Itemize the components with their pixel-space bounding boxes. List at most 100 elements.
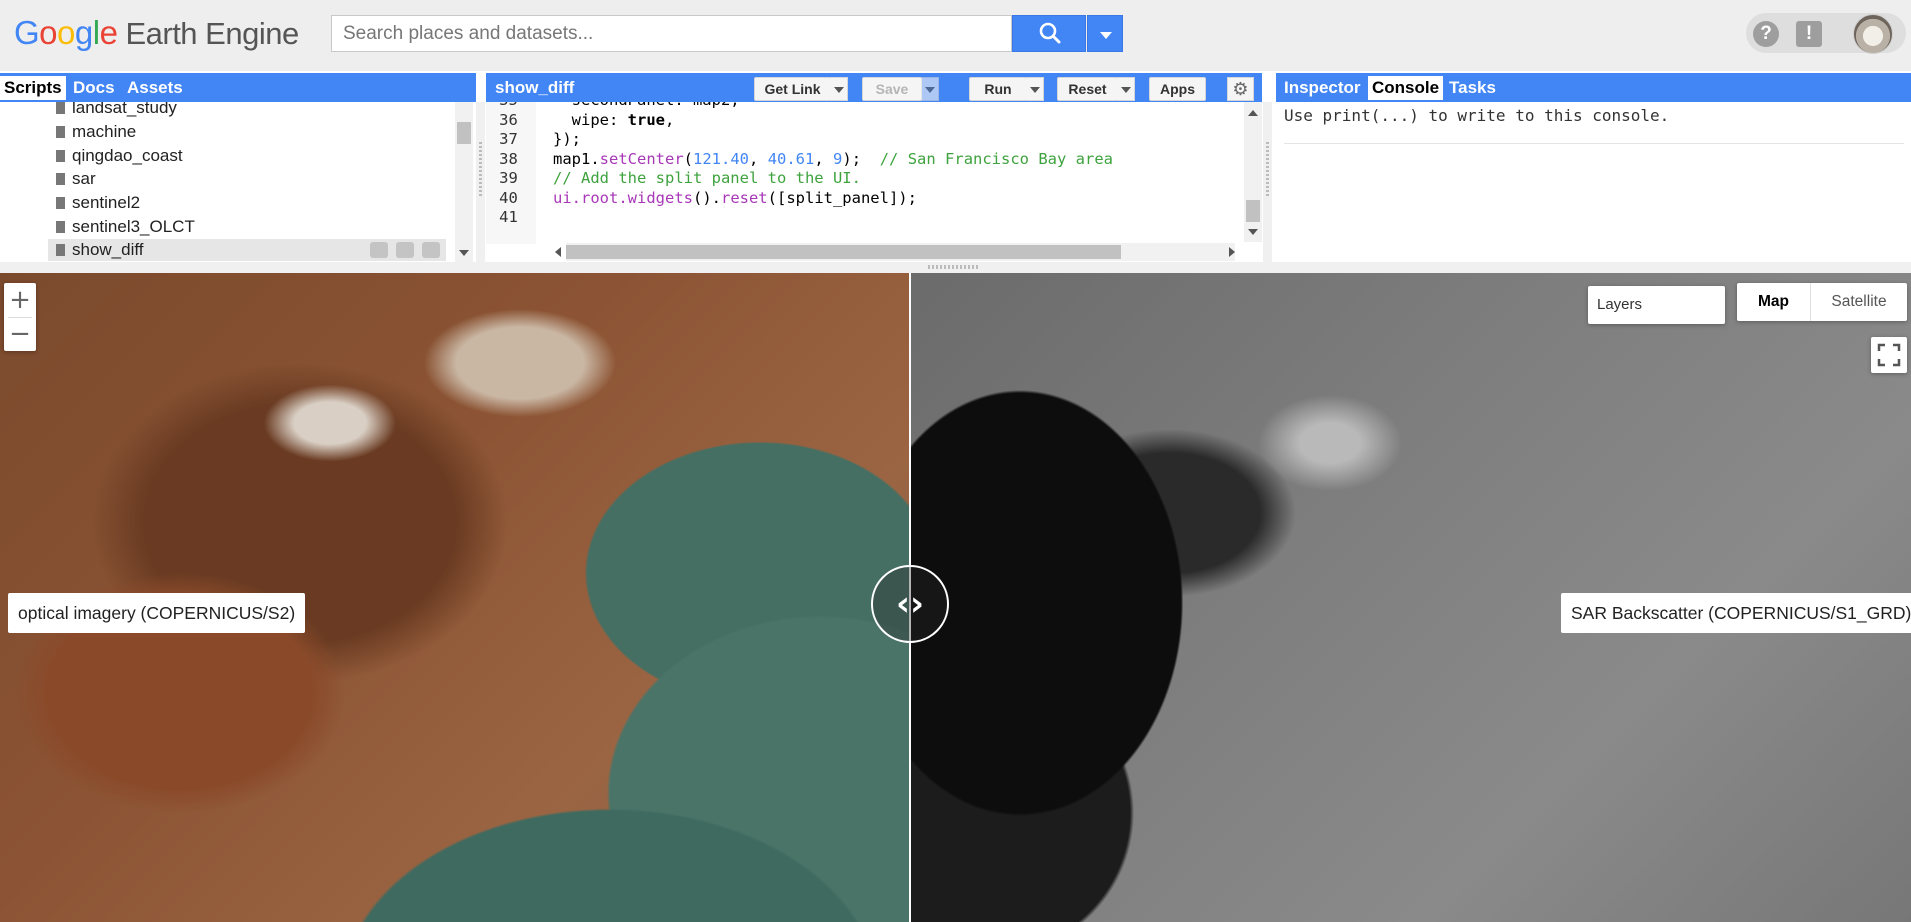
- google-earth-engine-logo[interactable]: Google Earth Engine: [14, 14, 299, 52]
- history-icon[interactable]: [370, 242, 388, 258]
- map-type-map-button[interactable]: Map: [1737, 283, 1810, 321]
- tab-tasks[interactable]: Tasks: [1445, 76, 1500, 100]
- code-text: wipe: true,: [553, 110, 675, 130]
- tab-console[interactable]: Console: [1368, 76, 1444, 100]
- gear-icon[interactable]: ⚙: [1227, 77, 1254, 101]
- file-icon: [56, 244, 65, 256]
- scroll-right-icon[interactable]: [1229, 247, 1235, 257]
- file-icon: [56, 173, 65, 185]
- code-line[interactable]: 37});: [486, 130, 581, 149]
- apps-button[interactable]: Apps: [1149, 77, 1206, 101]
- code-line[interactable]: 40 ui.root.widgets().reset([split_panel])…: [486, 189, 917, 208]
- scroll-down-icon[interactable]: [459, 250, 469, 256]
- scroll-up-icon[interactable]: [1248, 110, 1258, 116]
- file-icon: [56, 221, 65, 233]
- code-token: (: [683, 149, 694, 168]
- code-token: // San Francisco Bay area: [879, 149, 1113, 168]
- script-item-label: sentinel2: [72, 193, 141, 212]
- reset-button[interactable]: Reset: [1057, 77, 1118, 101]
- tab-inspector[interactable]: Inspector: [1280, 76, 1365, 100]
- code-line[interactable]: 38 map1.setCenter(121.40, 40.61, 9); // S…: [486, 150, 1113, 169]
- run-dropdown[interactable]: [1026, 77, 1044, 101]
- line-number: 35: [486, 102, 531, 110]
- code-token: 121.40: [693, 149, 750, 168]
- tab-docs[interactable]: Docs: [69, 76, 119, 100]
- save-button[interactable]: Save: [862, 77, 922, 101]
- avatar[interactable]: [1853, 14, 1893, 54]
- help-icon[interactable]: ?: [1753, 21, 1779, 47]
- line-number: 37: [499, 130, 518, 148]
- tab-assets[interactable]: Assets: [123, 76, 187, 100]
- search-icon: [1039, 22, 1061, 44]
- fullscreen-icon: [1877, 343, 1901, 367]
- line-number: 41: [499, 208, 518, 226]
- code-token: ,: [664, 110, 675, 129]
- script-item-label: qingdao_coast: [72, 146, 183, 165]
- code-token: ([split_panel]);: [767, 188, 917, 207]
- feedback-icon[interactable]: !: [1796, 21, 1822, 47]
- line-number: 39: [499, 169, 518, 187]
- panel-resize-handle[interactable]: [1263, 102, 1272, 262]
- logo-letter: l: [92, 14, 100, 51]
- search-button[interactable]: [1012, 15, 1086, 52]
- code-token: true: [627, 110, 665, 129]
- script-item-label: show_diff: [72, 240, 144, 259]
- script-row-actions: [362, 242, 440, 262]
- script-item[interactable]: landsat_study: [56, 102, 177, 119]
- code-text: });: [553, 130, 581, 149]
- logo-letter: g: [74, 14, 93, 51]
- zoom-in-button[interactable]: +: [4, 283, 36, 317]
- script-item[interactable]: machine: [56, 121, 136, 143]
- editor-horizontal-scroll-thumb[interactable]: [566, 245, 1121, 259]
- code-line[interactable]: 35 secondPanel: map2,: [486, 102, 739, 110]
- script-item[interactable]: sentinel3_OLCT: [56, 216, 195, 238]
- code-text: // Add the split panel to the UI.: [553, 169, 861, 188]
- code-token: 9: [833, 149, 843, 168]
- code-line[interactable]: 36 wipe: true,: [486, 111, 674, 130]
- search-box: [331, 15, 1012, 52]
- script-tree-scroll-thumb[interactable]: [457, 122, 471, 144]
- reset-dropdown[interactable]: [1117, 77, 1135, 101]
- script-item[interactable]: qingdao_coast: [56, 145, 183, 167]
- delete-icon[interactable]: [422, 242, 440, 258]
- file-icon: [56, 150, 65, 162]
- script-item[interactable]: sentinel2: [56, 192, 140, 214]
- split-drag-handle[interactable]: ‹›: [871, 565, 949, 643]
- code-text: map1.setCenter(121.40, 40.61, 9); // San…: [553, 150, 1113, 169]
- get-link-button[interactable]: Get Link: [754, 77, 831, 101]
- right-panel-tabbar: Inspector Console Tasks: [1276, 73, 1911, 102]
- code-line[interactable]: 39 // Add the split panel to the UI.: [486, 169, 861, 188]
- logo-letter: e: [99, 14, 118, 51]
- get-link-dropdown[interactable]: [830, 77, 848, 101]
- code-text: secondPanel: map2,: [553, 102, 740, 110]
- edit-icon[interactable]: [396, 242, 414, 258]
- map-resize-handle[interactable]: [0, 262, 1911, 273]
- app-header: GoogleEarth Engine ? !: [0, 0, 1911, 71]
- logo-product-name: Earth Engine: [125, 16, 299, 51]
- code-token: );: [842, 149, 880, 168]
- editor-scroll-thumb[interactable]: [1246, 200, 1260, 222]
- file-icon: [56, 102, 65, 114]
- layers-control[interactable]: Layers: [1588, 286, 1725, 324]
- split-map[interactable]: ‹› + − optical imagery (COPERNICUS/S2) S…: [0, 273, 1911, 922]
- search-input[interactable]: [332, 16, 1011, 51]
- scroll-down-icon[interactable]: [1248, 229, 1258, 235]
- tab-scripts[interactable]: Scripts: [0, 76, 66, 100]
- code-text: ui.root.widgets().reset([split_panel]);: [553, 189, 917, 208]
- map-type-satellite-button[interactable]: Satellite: [1810, 283, 1907, 321]
- script-item[interactable]: sar: [56, 168, 96, 190]
- console-divider: [1284, 143, 1904, 144]
- scroll-left-icon[interactable]: [555, 247, 561, 257]
- run-button[interactable]: Run: [969, 77, 1027, 101]
- zoom-out-button[interactable]: −: [4, 317, 36, 351]
- zoom-control: + −: [4, 283, 36, 351]
- script-item-label: sar: [72, 169, 96, 188]
- search-dropdown-button[interactable]: [1087, 15, 1123, 52]
- panel-resize-handle[interactable]: [476, 102, 485, 262]
- code-editor[interactable]: 35 secondPanel: map2,36 wipe: true,37});…: [486, 102, 1262, 262]
- fullscreen-button[interactable]: [1871, 337, 1907, 373]
- script-item-selected[interactable]: show_diff: [48, 239, 446, 261]
- code-token: ,: [814, 149, 834, 168]
- save-dropdown[interactable]: [921, 77, 939, 101]
- code-line[interactable]: 41: [486, 208, 531, 227]
